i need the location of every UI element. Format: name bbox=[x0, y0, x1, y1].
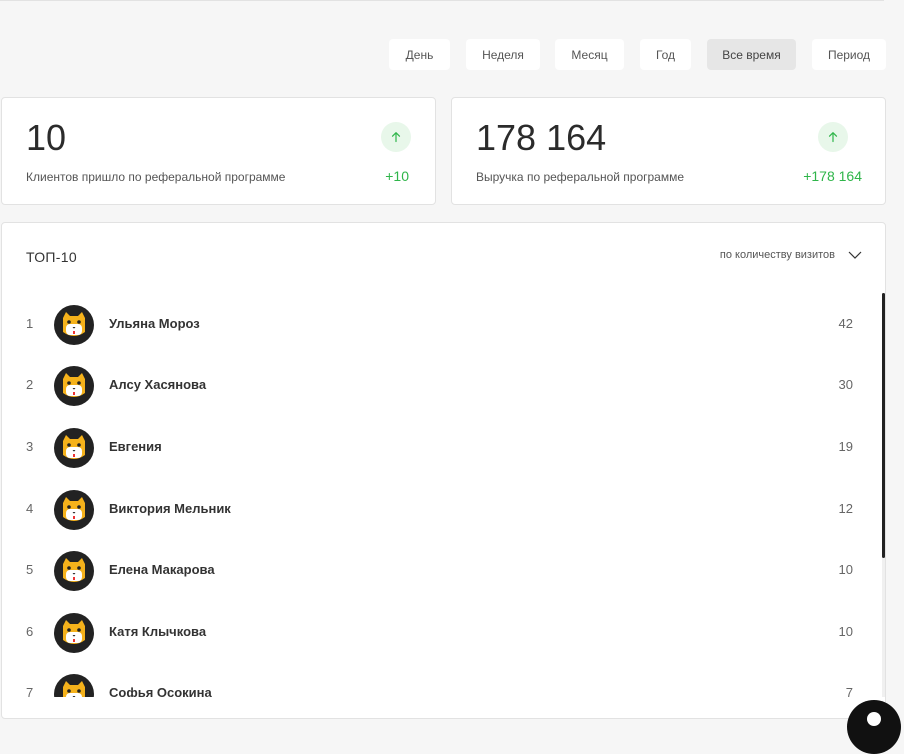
avatar bbox=[54, 613, 94, 653]
arrow-up-icon bbox=[818, 122, 848, 152]
referral-revenue-delta: +178 164 bbox=[803, 168, 862, 184]
visit-count: 12 bbox=[838, 501, 853, 516]
period-year-button[interactable]: Год bbox=[640, 39, 691, 70]
referral-revenue-label: Выручка по реферальной программе bbox=[476, 170, 685, 184]
visit-count: 10 bbox=[838, 624, 853, 639]
referral-revenue-value: 178 164 bbox=[476, 117, 607, 158]
rank-number: 1 bbox=[26, 316, 34, 331]
referral-clients-delta: +10 bbox=[385, 168, 409, 184]
top-divider bbox=[0, 0, 884, 1]
visit-count: 42 bbox=[838, 316, 853, 331]
list-item[interactable]: 6 Катя Клычкова 10 bbox=[2, 611, 862, 655]
avatar bbox=[54, 490, 94, 530]
visit-count: 7 bbox=[845, 685, 853, 697]
client-name: Ульяна Мороз bbox=[109, 316, 200, 331]
client-name: Елена Макарова bbox=[109, 562, 215, 577]
avatar bbox=[54, 551, 94, 591]
list-item[interactable]: 1 Ульяна Мороз 42 bbox=[2, 303, 862, 347]
period-month-button[interactable]: Месяц bbox=[555, 39, 624, 70]
sort-dropdown[interactable]: по количеству визитов bbox=[720, 247, 863, 263]
rank-number: 2 bbox=[26, 377, 34, 392]
rank-number: 3 bbox=[26, 439, 34, 454]
referral-clients-value: 10 bbox=[26, 117, 67, 158]
list-item[interactable]: 7 Софья Осокина 7 bbox=[2, 672, 862, 697]
referral-clients-label: Клиентов пришло по реферальной программе bbox=[26, 170, 286, 184]
avatar bbox=[54, 305, 94, 345]
panel-title: ТОП-10 bbox=[26, 249, 77, 265]
top-10-panel: ТОП-10 по количеству визитов 1 Ульяна Мо… bbox=[1, 222, 886, 719]
referral-revenue-card: 178 164 Выручка по реферальной программе… bbox=[451, 97, 886, 205]
visit-count: 30 bbox=[838, 377, 853, 392]
referral-clients-card: 10 Клиентов пришло по реферальной програ… bbox=[1, 97, 436, 205]
period-filter: День Неделя Месяц Год Все время Период bbox=[0, 39, 904, 70]
chevron-down-icon bbox=[847, 247, 863, 263]
avatar bbox=[54, 366, 94, 406]
arrow-up-icon bbox=[381, 122, 411, 152]
client-name: Алсу Хасянова bbox=[109, 377, 207, 392]
scrollbar-thumb[interactable] bbox=[882, 293, 885, 558]
fab-icon bbox=[867, 712, 881, 726]
client-name: Софья Осокина bbox=[109, 685, 212, 697]
client-name: Евгения bbox=[109, 439, 162, 454]
rank-number: 5 bbox=[26, 562, 34, 577]
period-week-button[interactable]: Неделя bbox=[466, 39, 540, 70]
rank-number: 6 bbox=[26, 624, 34, 639]
avatar bbox=[54, 674, 94, 697]
floating-action-button[interactable] bbox=[847, 700, 901, 754]
list-item[interactable]: 2 Алсу Хасянова 30 bbox=[2, 364, 862, 408]
list-item[interactable]: 3 Евгения 19 bbox=[2, 426, 862, 470]
rank-number: 4 bbox=[26, 501, 34, 516]
avatar bbox=[54, 428, 94, 468]
visit-count: 19 bbox=[838, 439, 853, 454]
client-name: Виктория Мельник bbox=[109, 501, 231, 516]
visit-count: 10 bbox=[838, 562, 853, 577]
sort-label: по количеству визитов bbox=[719, 249, 835, 261]
rank-number: 7 bbox=[26, 685, 34, 697]
list-item[interactable]: 4 Виктория Мельник 12 bbox=[2, 488, 862, 532]
client-name: Катя Клычкова bbox=[109, 624, 207, 639]
top-list: 1 Ульяна Мороз 42 2 Алсу Хасянова 30 3 Е… bbox=[2, 293, 885, 697]
period-all-time-button[interactable]: Все время bbox=[707, 39, 796, 70]
period-day-button[interactable]: День bbox=[389, 39, 450, 70]
list-item[interactable]: 5 Елена Макарова 10 bbox=[2, 549, 862, 593]
period-custom-button[interactable]: Период bbox=[812, 39, 886, 70]
